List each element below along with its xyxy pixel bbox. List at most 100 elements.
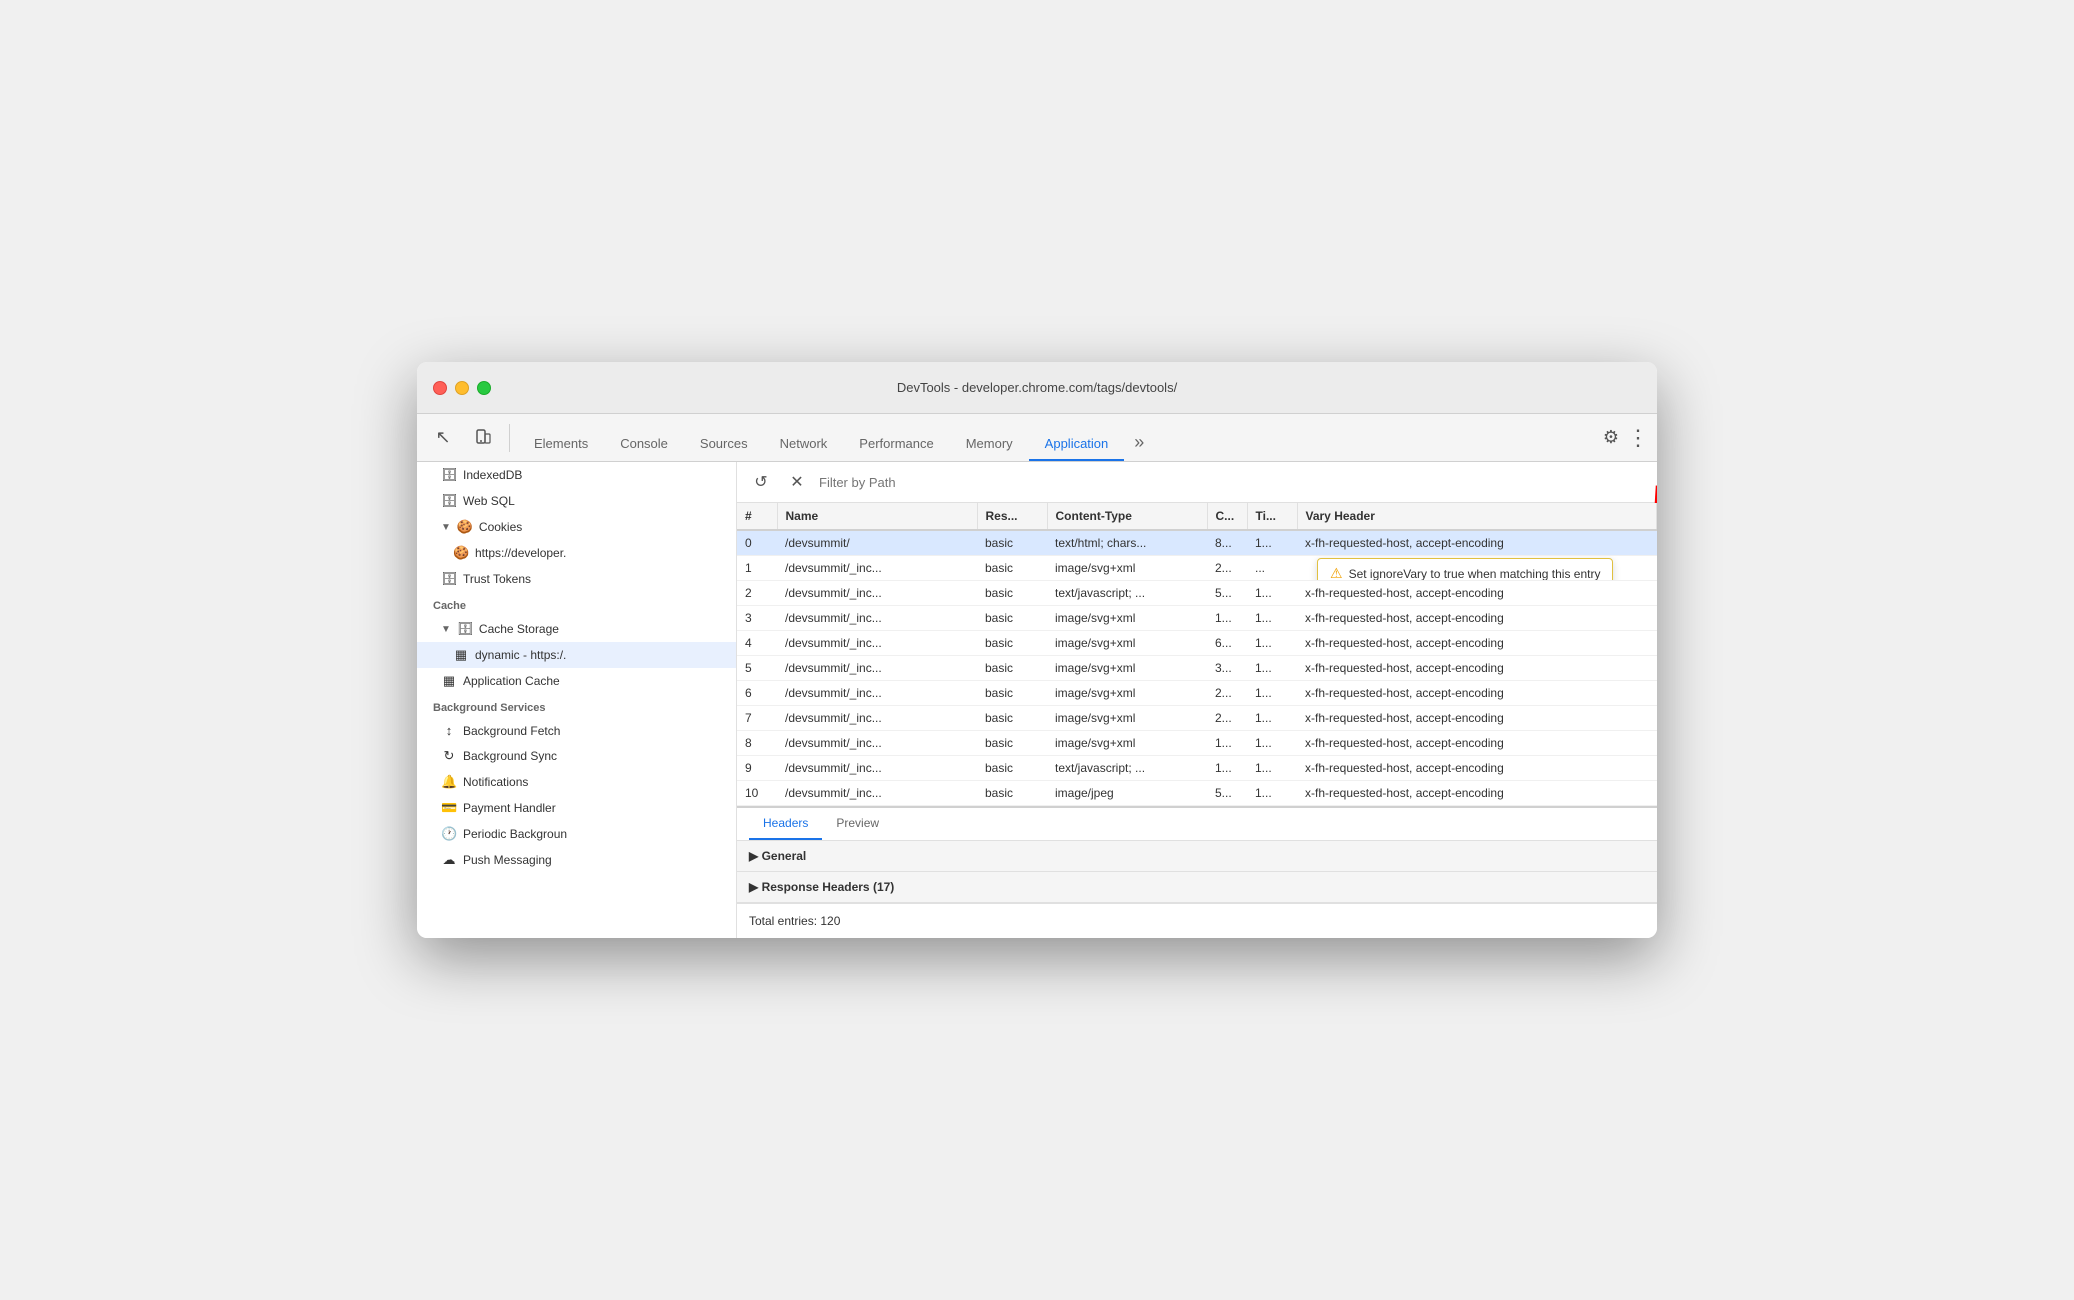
devtools-window: DevTools - developer.chrome.com/tags/dev… [417, 362, 1657, 938]
cell-ti: 1... [1247, 530, 1297, 556]
col-header-c: C... [1207, 503, 1247, 530]
cell-num: 6 [737, 681, 777, 706]
sidebar-item-websql[interactable]: 🗄 Web SQL [417, 488, 736, 514]
response-headers-section-label: ▶ Response Headers (17) [749, 880, 894, 894]
filter-input[interactable] [819, 475, 1639, 490]
close-button[interactable] [433, 381, 447, 395]
periodic-bg-icon: 🕐 [441, 826, 457, 842]
table-row[interactable]: 0/devsummit/basictext/html; chars...8...… [737, 530, 1657, 556]
cache-section-label: Cache [417, 592, 736, 616]
tab-more-button[interactable]: » [1124, 424, 1154, 461]
device-toggle-button[interactable] [465, 420, 501, 456]
table-row[interactable]: 10/devsummit/_inc...basicimage/jpeg5...1… [737, 781, 1657, 806]
tab-headers[interactable]: Headers [749, 808, 822, 840]
table-row[interactable]: 9/devsummit/_inc...basictext/javascript;… [737, 756, 1657, 781]
cell-ti: ... [1247, 556, 1297, 581]
dynamic-cache-icon: ▦ [453, 647, 469, 663]
col-header-name: Name [777, 503, 977, 530]
cell-vary: ⚠Set ignoreVary to true when matching th… [1297, 556, 1657, 581]
cell-c: 2... [1207, 706, 1247, 731]
table-row[interactable]: 4/devsummit/_inc...basicimage/svg+xml6..… [737, 631, 1657, 656]
cell-res: basic [977, 530, 1047, 556]
sidebar-item-label: Background Sync [463, 749, 557, 763]
table-row[interactable]: 3/devsummit/_inc...basicimage/svg+xml1..… [737, 606, 1657, 631]
sidebar-item-periodic-bg[interactable]: 🕐 Periodic Backgroun [417, 821, 736, 847]
cell-num: 2 [737, 581, 777, 606]
cell-name: /devsummit/_inc... [777, 556, 977, 581]
table-row[interactable]: 1/devsummit/_inc...basicimage/svg+xml2..… [737, 556, 1657, 581]
col-header-vary: Vary Header [1297, 503, 1657, 530]
tab-preview[interactable]: Preview [822, 808, 893, 840]
cell-name: /devsummit/_inc... [777, 606, 977, 631]
cell-vary: x-fh-requested-host, accept-encoding [1297, 756, 1657, 781]
sidebar-item-bg-sync[interactable]: ↻ Background Sync [417, 743, 736, 769]
sidebar-item-label: Trust Tokens [463, 572, 531, 586]
response-headers-section-header[interactable]: ▶ Response Headers (17) [737, 872, 1657, 903]
sidebar-item-payment-handler[interactable]: 💳 Payment Handler [417, 795, 736, 821]
cell-ti: 1... [1247, 731, 1297, 756]
table-body: 0/devsummit/basictext/html; chars...8...… [737, 530, 1657, 806]
tab-elements[interactable]: Elements [518, 428, 604, 461]
cell-ti: 1... [1247, 756, 1297, 781]
sidebar-item-trust-tokens[interactable]: 🗄 Trust Tokens [417, 566, 736, 592]
more-menu-icon[interactable]: ⋮ [1627, 425, 1649, 451]
sidebar-item-label: Periodic Backgroun [463, 827, 567, 841]
cell-res: basic [977, 656, 1047, 681]
refresh-button[interactable]: ↺ [747, 468, 775, 496]
notifications-icon: 🔔 [441, 774, 457, 790]
cell-ti: 1... [1247, 681, 1297, 706]
tab-console[interactable]: Console [604, 428, 684, 461]
general-section-header[interactable]: ▶ General [737, 841, 1657, 872]
bg-services-section-label: Background Services [417, 694, 736, 718]
sidebar-item-notifications[interactable]: 🔔 Notifications [417, 769, 736, 795]
sidebar-item-label: Background Fetch [463, 724, 560, 738]
cell-ct: image/svg+xml [1047, 631, 1207, 656]
cell-res: basic [977, 731, 1047, 756]
clear-button[interactable]: ✕ [783, 468, 811, 496]
tooltip-text: Set ignoreVary to true when matching thi… [1349, 567, 1601, 581]
minimize-button[interactable] [455, 381, 469, 395]
table-row[interactable]: 6/devsummit/_inc...basicimage/svg+xml2..… [737, 681, 1657, 706]
cell-vary: x-fh-requested-host, accept-encoding [1297, 606, 1657, 631]
col-header-num: # [737, 503, 777, 530]
cell-c: 3... [1207, 656, 1247, 681]
tab-sources[interactable]: Sources [684, 428, 764, 461]
bg-fetch-icon: ↕ [441, 723, 457, 738]
bottom-panel: Headers Preview ▶ General ▶ Response Hea… [737, 806, 1657, 938]
tab-memory[interactable]: Memory [950, 428, 1029, 461]
bg-sync-icon: ↻ [441, 748, 457, 764]
total-entries: Total entries: 120 [737, 903, 1657, 938]
table-row[interactable]: 8/devsummit/_inc...basicimage/svg+xml1..… [737, 731, 1657, 756]
sidebar-item-indexeddb[interactable]: 🗄 IndexedDB [417, 462, 736, 488]
cell-name: /devsummit/_inc... [777, 631, 977, 656]
sidebar-item-cookies-url[interactable]: 🍪 https://developer. [417, 540, 736, 566]
sidebar-item-dynamic[interactable]: ▦ dynamic - https:/. [417, 642, 736, 668]
cell-ct: image/jpeg [1047, 781, 1207, 806]
tab-network[interactable]: Network [764, 428, 844, 461]
tab-performance[interactable]: Performance [843, 428, 949, 461]
cell-c: 6... [1207, 631, 1247, 656]
sidebar-item-push-messaging[interactable]: ☁ Push Messaging [417, 847, 736, 873]
table-row[interactable]: 7/devsummit/_inc...basicimage/svg+xml2..… [737, 706, 1657, 731]
cell-ct: text/javascript; ... [1047, 756, 1207, 781]
sidebar-item-app-cache[interactable]: ▦ Application Cache [417, 668, 736, 694]
cell-num: 10 [737, 781, 777, 806]
settings-icon[interactable]: ⚙ [1603, 427, 1619, 448]
cell-name: /devsummit/_inc... [777, 681, 977, 706]
table-row[interactable]: 5/devsummit/_inc...basicimage/svg+xml3..… [737, 656, 1657, 681]
cursor-tool-button[interactable]: ↖ [425, 420, 461, 456]
right-panel: ↺ ✕ [737, 462, 1657, 938]
cell-ct: image/svg+xml [1047, 556, 1207, 581]
cell-c: 1... [1207, 756, 1247, 781]
expand-arrow-icon: ▼ [441, 624, 451, 635]
cell-c: 8... [1207, 530, 1247, 556]
maximize-button[interactable] [477, 381, 491, 395]
table-row[interactable]: 2/devsummit/_inc...basictext/javascript;… [737, 581, 1657, 606]
sidebar-item-cache-storage[interactable]: ▼ 🗄 Cache Storage [417, 616, 736, 642]
sidebar-item-cookies[interactable]: ▼ 🍪 Cookies [417, 514, 736, 540]
cell-ti: 1... [1247, 656, 1297, 681]
toolbar: ↖ Elements Console Sources Network Perfo… [417, 414, 1657, 462]
sidebar-item-bg-fetch[interactable]: ↕ Background Fetch [417, 718, 736, 743]
tab-application[interactable]: Application [1029, 428, 1125, 461]
cell-name: /devsummit/ [777, 530, 977, 556]
